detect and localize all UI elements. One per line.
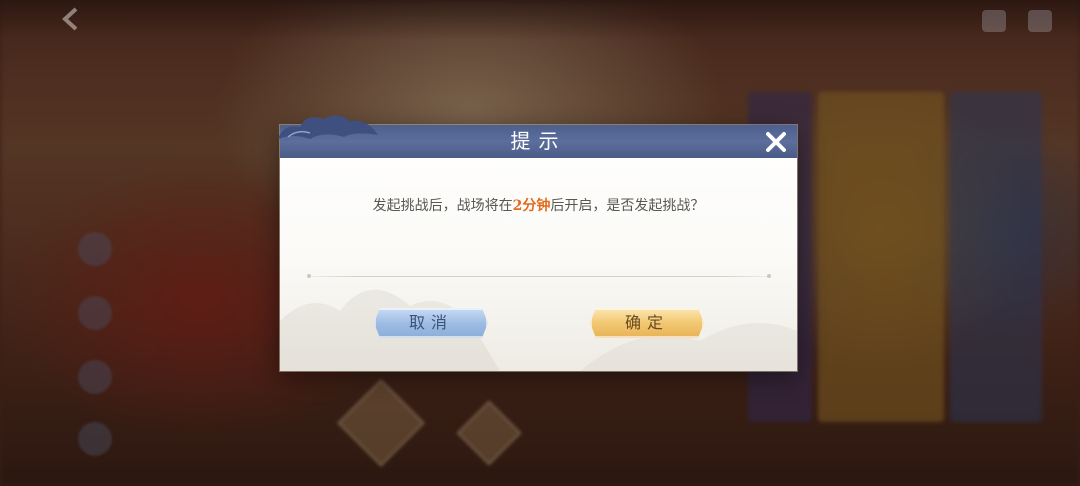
confirm-dialog: 提示 发起挑战后，战场将在2分钟后开启，是否发起挑战？ 取消 确定 bbox=[278, 115, 797, 371]
message-text: 后开启，是否发起挑战？ bbox=[550, 198, 705, 214]
top-bar bbox=[0, 0, 1080, 40]
confirm-button[interactable]: 确定 bbox=[590, 308, 704, 338]
message-highlight-duration: 2分钟 bbox=[512, 198, 551, 214]
divider bbox=[308, 276, 770, 277]
close-icon bbox=[766, 132, 786, 152]
game-screen: 提示 发起挑战后，战场将在2分钟后开启，是否发起挑战？ 取消 确定 bbox=[0, 0, 1080, 486]
message-text: 发起挑战后，战场将在 bbox=[372, 198, 513, 214]
back-arrow-icon bbox=[58, 6, 86, 32]
close-button[interactable] bbox=[763, 129, 789, 155]
mountain-watermark bbox=[280, 289, 797, 371]
cancel-button[interactable]: 取消 bbox=[374, 308, 488, 338]
dialog-title: 提示 bbox=[510, 129, 567, 153]
divider-dot bbox=[307, 274, 311, 278]
divider-dot bbox=[767, 274, 771, 278]
dialog-message: 发起挑战后，战场将在2分钟后开启，是否发起挑战？ bbox=[360, 193, 717, 219]
dialog-header: 提示 bbox=[278, 115, 797, 158]
chat-icon bbox=[982, 10, 1006, 32]
mail-icon bbox=[1028, 10, 1052, 32]
